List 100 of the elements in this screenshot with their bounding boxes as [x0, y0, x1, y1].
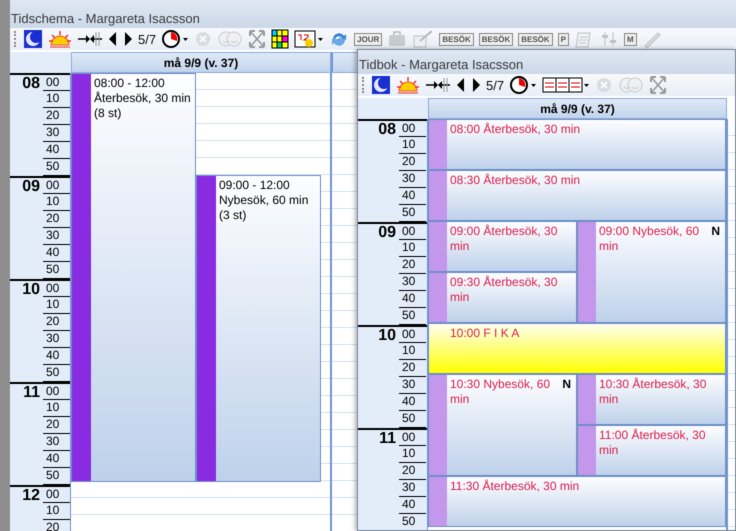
- event-label: 10:00 F I K A: [450, 326, 520, 341]
- event-label: 11:30 Återbesök, 30 min: [450, 479, 580, 494]
- expand-icon[interactable]: [649, 75, 668, 95]
- minute-label: 50: [399, 514, 426, 530]
- hour-label: 08: [21, 75, 41, 92]
- minute-label: 30: [399, 480, 426, 497]
- hour-label: 09: [21, 178, 41, 195]
- schedule-block[interactable]: 08:00 - 12:00 Återbesök, 30 min (8 st): [71, 73, 196, 482]
- collapse-columns-icon[interactable]: [425, 75, 451, 95]
- event-label: 09:00 Återbesök, 30 min: [450, 224, 558, 254]
- hour-label: 11: [22, 384, 41, 401]
- calendar-dropdown-icon[interactable]: [294, 29, 324, 49]
- minute-label: 50: [43, 365, 70, 382]
- day-header[interactable]: må 9/9 (v. 37): [71, 52, 331, 73]
- appointment[interactable]: 09:30 Återbesök, 30 min: [428, 272, 577, 323]
- toolbar-grip: [14, 31, 18, 47]
- minute-label: 40: [399, 291, 426, 308]
- page-counter: 5/7: [486, 78, 504, 92]
- stamp-button: M: [624, 32, 637, 46]
- minute-label: 20: [43, 417, 70, 434]
- expand-icon[interactable]: [248, 29, 266, 49]
- minute-label: 20: [43, 211, 70, 228]
- hour-label: 12: [21, 487, 41, 504]
- minute-label: 20: [399, 463, 426, 480]
- event-label: 08:00 Återbesök, 30 min: [450, 122, 582, 137]
- appointment[interactable]: 09:00 Återbesök, 30 min: [428, 221, 577, 272]
- appointment[interactable]: 11:00 Återbesök, 30 min: [577, 425, 726, 476]
- minute-label: 50: [399, 411, 426, 428]
- minute-label: 20: [43, 520, 70, 531]
- minute-label: 40: [43, 451, 70, 468]
- clock-dropdown-icon[interactable]: [509, 75, 538, 95]
- appointment[interactable]: 08:30 Återbesök, 30 min: [428, 170, 726, 221]
- appointment[interactable]: 10:30 Återbesök, 30 min: [577, 374, 726, 425]
- day-header[interactable]: må 9/9 (v. 37): [428, 98, 727, 119]
- hour-label: 10: [377, 327, 397, 344]
- event-title: Nybesök, 60 min (3 st): [219, 193, 310, 223]
- sun-icon[interactable]: [396, 75, 420, 95]
- minute-label: 40: [43, 245, 70, 262]
- minute-label: 20: [399, 154, 426, 171]
- appointment[interactable]: 11:30 Återbesök, 30 min: [428, 476, 726, 527]
- color-grid-icon[interactable]: [271, 29, 290, 49]
- minute-label: 40: [399, 497, 426, 514]
- minute-label: 10: [43, 503, 70, 520]
- minute-label: 10: [399, 137, 426, 154]
- window-title: Tidbok - Margareta Isacsson: [359, 57, 524, 72]
- status-letter: N: [711, 224, 721, 239]
- appointment[interactable]: 08:00 Återbesök, 30 min: [428, 119, 726, 170]
- event-title: Återbesök, 30 min (8 st): [94, 91, 192, 121]
- event-label: 11:00 Återbesök, 30 min: [599, 428, 707, 458]
- minute-label: 30: [399, 171, 426, 188]
- event-label: 09:00 Nybesök, 60 min: [599, 224, 700, 254]
- appointment[interactable]: 10:30 Nybesök, 60 min N: [428, 374, 577, 476]
- minute-label: 10: [43, 194, 70, 211]
- minute-label: 20: [43, 108, 70, 125]
- calendars-dropdown-icon[interactable]: [542, 75, 590, 95]
- minute-label: 00: [399, 430, 426, 446]
- stamp-button: BESÖK: [518, 32, 553, 46]
- stamp-button: BESÖK: [439, 32, 474, 46]
- event-stripe: [429, 273, 447, 322]
- appointment[interactable]: 09:00 Nybesök, 60 min N: [577, 221, 726, 323]
- minute-label: 30: [43, 228, 70, 245]
- event-stripe: [429, 171, 447, 220]
- minute-label: 00: [399, 224, 426, 240]
- stamp-button: BESÖK: [478, 32, 514, 46]
- minute-label: 30: [399, 377, 426, 394]
- page-counter: 5/7: [138, 32, 156, 46]
- minute-label: 00: [43, 384, 70, 400]
- minute-label: 30: [43, 434, 70, 451]
- minute-label: 50: [43, 262, 70, 279]
- event-time: 09:00 - 12:00: [219, 178, 291, 193]
- event-stripe: [429, 477, 447, 526]
- moon-icon[interactable]: [371, 75, 391, 95]
- minute-label: 00: [399, 327, 426, 343]
- event-stripe: [429, 222, 447, 271]
- minute-label: 00: [43, 178, 70, 194]
- window-title: Tidschema - Margareta Isacsson: [11, 11, 200, 26]
- minute-label: 50: [399, 205, 426, 222]
- hour-label: 10: [21, 281, 41, 298]
- minute-label: 10: [399, 343, 426, 360]
- next-icon[interactable]: [471, 75, 481, 95]
- next-icon[interactable]: [123, 29, 133, 49]
- minute-label: 20: [399, 360, 426, 377]
- clock-dropdown-icon[interactable]: [161, 29, 190, 49]
- minute-label: 40: [43, 142, 70, 159]
- hour-label: 11: [378, 430, 397, 447]
- minute-label: 40: [43, 348, 70, 365]
- moon-icon[interactable]: [23, 29, 43, 49]
- toolbar-grip: [362, 77, 366, 93]
- minute-label: 30: [399, 274, 426, 291]
- minute-label: 00: [43, 75, 70, 91]
- collapse-columns-icon[interactable]: [77, 29, 103, 49]
- hour-label: 09: [377, 224, 397, 241]
- event-stripe: [429, 120, 447, 169]
- sun-icon[interactable]: [48, 29, 72, 49]
- minute-label: 00: [43, 487, 70, 503]
- break-block[interactable]: 10:00 F I K A: [428, 323, 726, 374]
- stamp-button: P: [558, 32, 570, 46]
- event-stripe: [578, 426, 596, 475]
- schedule-block[interactable]: 09:00 - 12:00 Nybesök, 60 min (3 st): [196, 175, 321, 482]
- minute-label: 20: [43, 314, 70, 331]
